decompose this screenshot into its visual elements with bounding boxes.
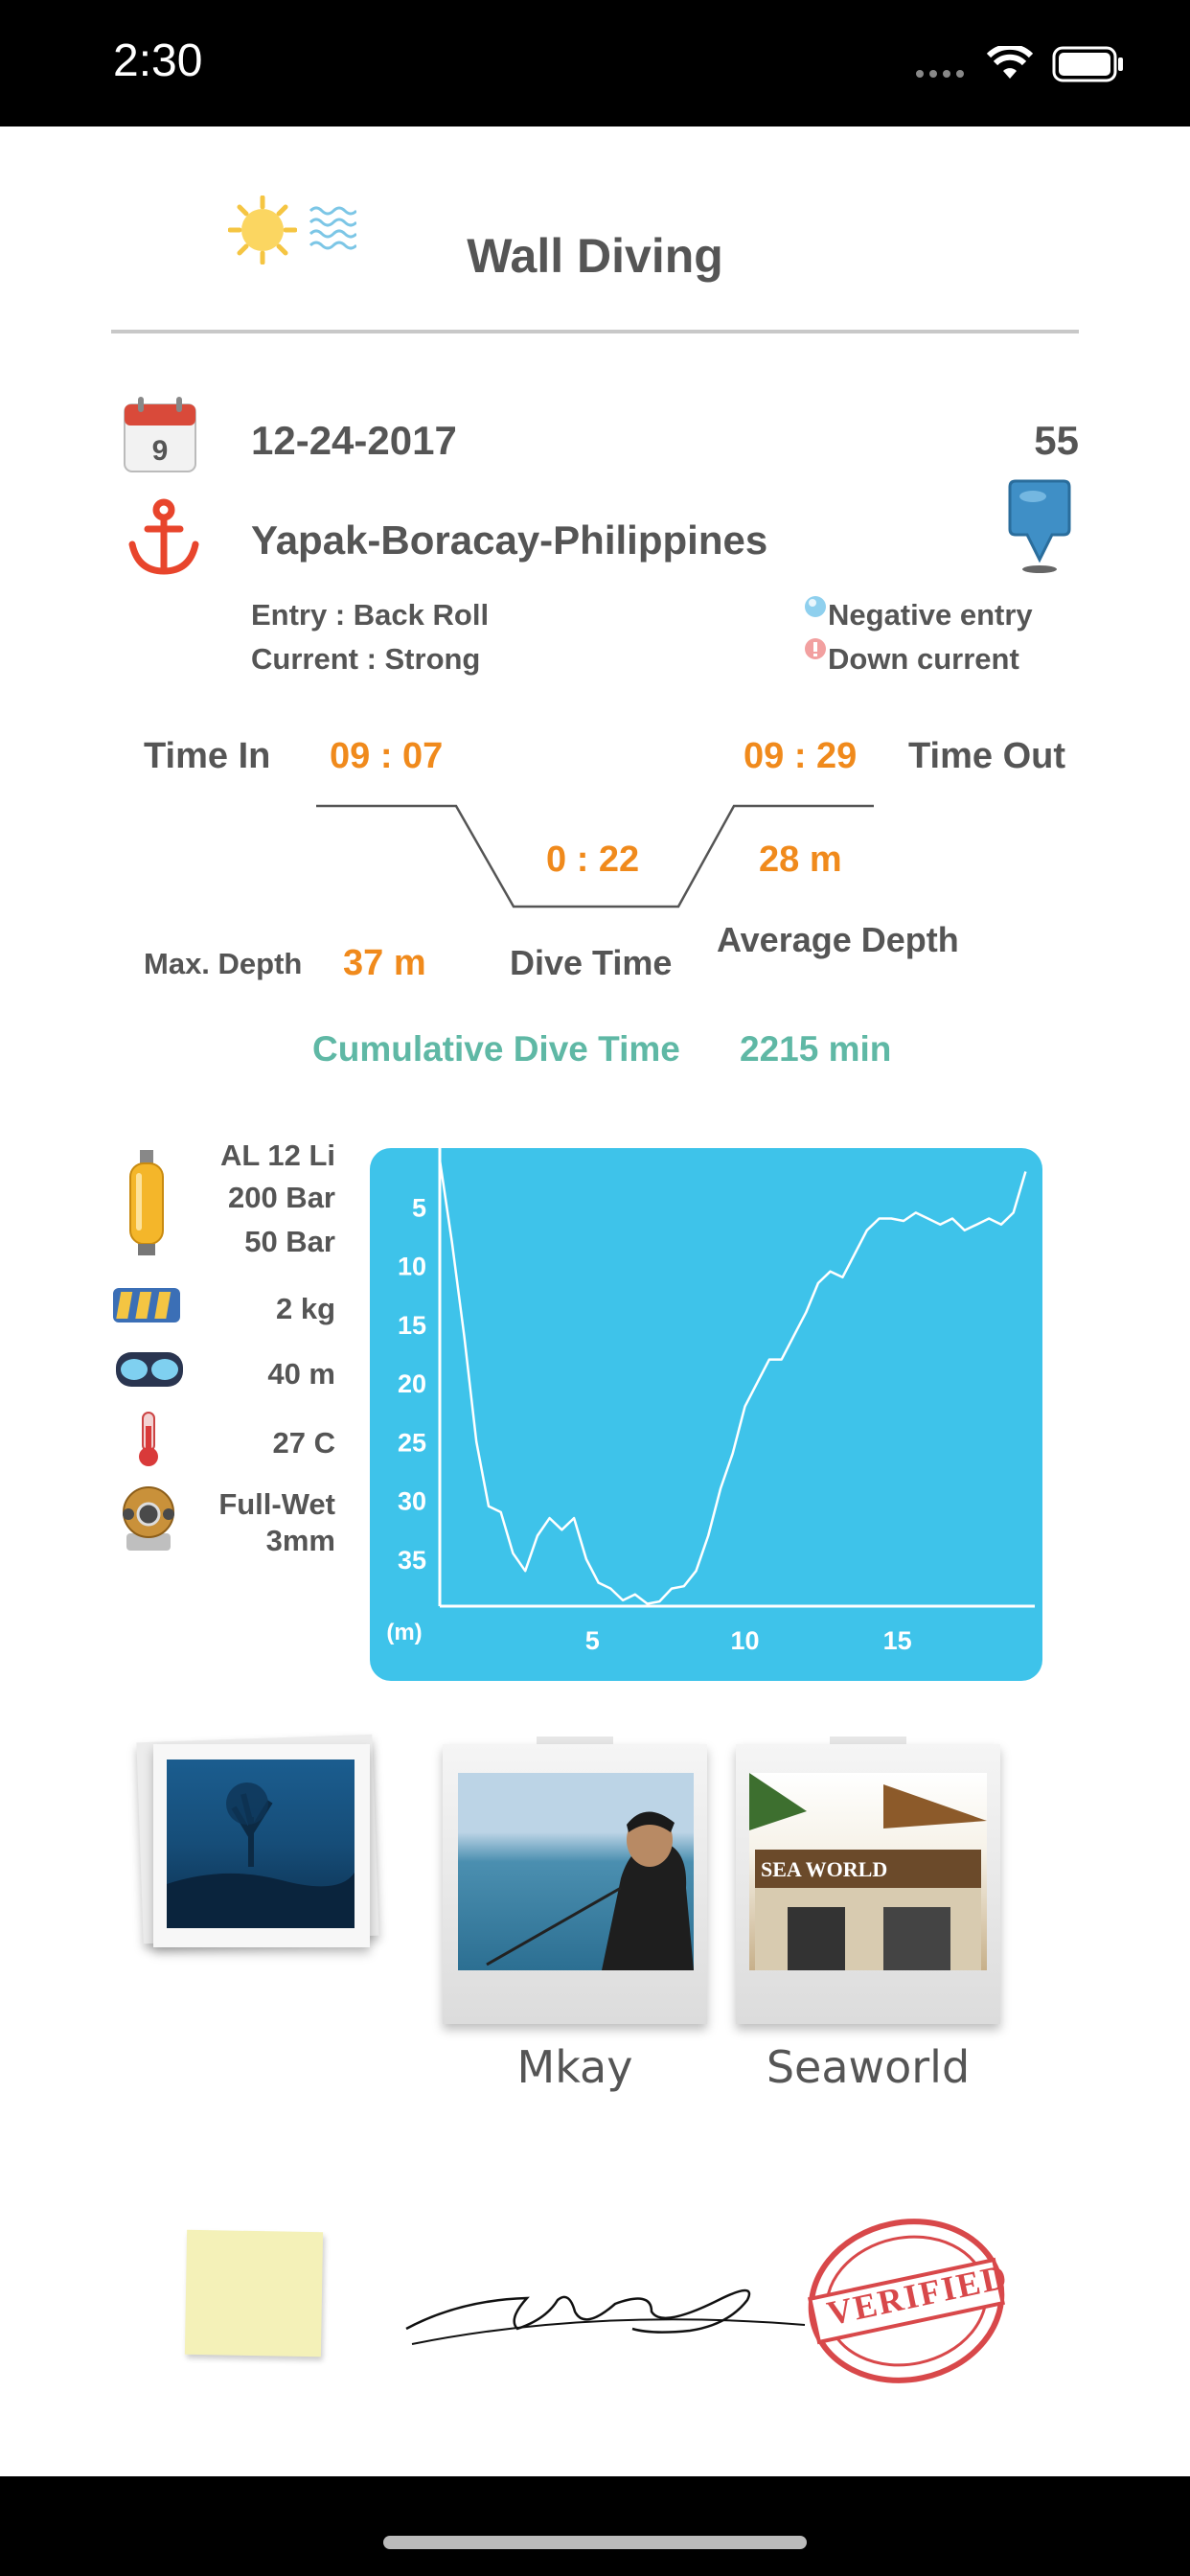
photo-card-frame — [443, 1744, 707, 2024]
visibility-value: 40 m — [267, 1357, 335, 1391]
photo-caption: Seaworld — [766, 2041, 971, 2093]
x-tick-label: 15 — [883, 1626, 912, 1655]
y-tick-label: 10 — [398, 1253, 426, 1281]
svg-text:SEA WORLD: SEA WORLD — [761, 1857, 887, 1881]
sticky-note-icon[interactable] — [184, 2229, 324, 2358]
photo-card-mkay[interactable]: Mkay — [443, 1736, 707, 2093]
tank-material: AL 12 Li — [219, 1138, 335, 1172]
cumulative-dive-time-label: Cumulative Dive Time — [312, 1029, 680, 1069]
signature-icon — [402, 2262, 853, 2353]
y-tick-label: 20 — [398, 1369, 426, 1398]
average-depth-label: Average Depth — [717, 920, 959, 959]
max-depth-label: Max. Depth — [144, 947, 303, 980]
dive-time-label: Dive Time — [510, 943, 673, 982]
y-tick-label: 15 — [398, 1311, 426, 1340]
y-tick-label: 35 — [398, 1546, 426, 1575]
home-indicator[interactable] — [383, 2536, 807, 2549]
bottom-bar — [0, 2476, 1190, 2576]
photo-front — [153, 1744, 370, 1947]
average-depth-value: 28 m — [759, 840, 842, 880]
weight-value: 2 kg — [275, 1292, 335, 1325]
photo-card-frame: SEA WORLD — [736, 1744, 1000, 2024]
x-tick-label: 10 — [730, 1626, 759, 1655]
underwater-photo — [167, 1760, 355, 1928]
tank-end-pressure: 50 Bar — [244, 1225, 335, 1258]
y-axis-unit-label: (m) — [386, 1620, 422, 1645]
y-tick-label: 5 — [412, 1193, 426, 1222]
photo-card-seaworld[interactable]: SEA WORLD Seaworld — [736, 1736, 1000, 2093]
dive-time-value: 0 : 22 — [546, 840, 640, 880]
suit-type: Full-Wet — [218, 1487, 335, 1521]
verified-stamp: VERIFIED — [803, 2216, 1012, 2386]
depth-chart-svg: 5 10 15 20 25 30 35 5 10 15 (m) — [386, 1148, 1035, 1655]
max-depth-value: 37 m — [343, 943, 426, 983]
y-tick-label: 25 — [398, 1428, 426, 1457]
tank-start-pressure: 200 Bar — [227, 1181, 335, 1214]
depth-profile-chart: 5 10 15 20 25 30 35 5 10 15 (m) — [370, 1148, 1042, 1681]
suit-thickness: 3mm — [265, 1524, 335, 1557]
y-tick-label: 30 — [398, 1487, 426, 1516]
cumulative-dive-time-value: 2215 min — [740, 1029, 892, 1069]
depth-series-line — [438, 1160, 1027, 1605]
x-tick-label: 5 — [585, 1626, 600, 1655]
shop-photo: SEA WORLD — [749, 1773, 987, 1970]
temperature-value: 27 C — [272, 1426, 335, 1460]
diver-photo — [458, 1773, 694, 1970]
photo-caption: Mkay — [516, 2041, 633, 2093]
